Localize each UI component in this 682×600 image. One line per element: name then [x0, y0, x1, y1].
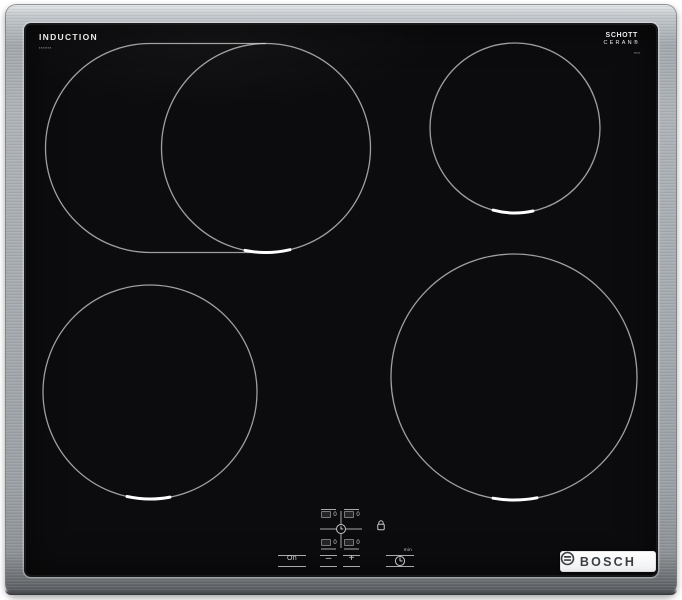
- zone-select-key-bottom-right[interactable]: 0: [342, 536, 362, 549]
- product-photo: INDUCTION ▪▪▪▪▪▪▪ SCHOTT CERAN® ▪▪▪▪▪ 0 …: [0, 0, 682, 600]
- timer-key[interactable]: [386, 552, 414, 565]
- zone-top-left-marker: [245, 250, 290, 253]
- minus-key[interactable]: –: [320, 550, 337, 566]
- plus-key[interactable]: +: [343, 550, 360, 566]
- zone-marker-arcs: [127, 210, 537, 500]
- induction-label: INDUCTION: [39, 32, 98, 42]
- zone-display-value: 0: [333, 512, 336, 518]
- zone-bottom-right-outline: [391, 254, 637, 500]
- zone-top-right-marker: [493, 210, 533, 213]
- bosch-logo-badge: BOSCH: [560, 551, 656, 572]
- zone-display-window: [321, 511, 331, 518]
- zone-display-value: 0: [333, 540, 336, 546]
- zone-select-key-top-left[interactable]: 0: [319, 508, 339, 521]
- model-small-print: ▪▪▪▪▪▪▪: [39, 45, 98, 50]
- zone-display-value: 0: [356, 512, 359, 518]
- induction-branding: INDUCTION ▪▪▪▪▪▪▪: [39, 32, 98, 50]
- zone-select-key-top-right[interactable]: 0: [342, 508, 362, 521]
- bosch-logo-text: BOSCH: [580, 555, 636, 569]
- cooktop-stainless-frame: INDUCTION ▪▪▪▪▪▪▪ SCHOTT CERAN® ▪▪▪▪▪ 0 …: [5, 4, 677, 595]
- timer-select-key[interactable]: [333, 521, 349, 537]
- zone-top-left-outline: [162, 44, 371, 253]
- schott-ceran-logo: SCHOTT CERAN® ▪▪▪▪▪: [603, 32, 640, 55]
- zone-bottom-right-marker: [493, 498, 537, 500]
- power-on-key[interactable]: On: [278, 552, 306, 565]
- timer-minutes-label: min: [386, 547, 412, 552]
- bosch-logo-icon: [560, 551, 575, 566]
- zone-display-window: [344, 539, 354, 546]
- zone-select-key-bottom-left[interactable]: 0: [319, 536, 339, 549]
- zone-display-value: 0: [356, 540, 359, 546]
- zone-bottom-left-outline: [43, 285, 257, 499]
- schott-logo-line1: SCHOTT: [603, 32, 640, 39]
- cooktop-graphics: [26, 25, 656, 575]
- schott-logo-line2: CERAN®: [603, 40, 640, 46]
- schott-small-print: ▪▪▪▪▪: [603, 51, 640, 55]
- zone-top-right-outline: [430, 43, 600, 213]
- zone-display-window: [321, 539, 331, 546]
- child-lock-key[interactable]: [373, 517, 388, 532]
- zone-front-left-extension-outline: [45, 44, 266, 253]
- zone-display-window: [344, 511, 354, 518]
- zone-bottom-left-marker: [127, 497, 170, 499]
- cooking-zone-rings: [43, 43, 637, 500]
- ceramic-glass-surface: INDUCTION ▪▪▪▪▪▪▪ SCHOTT CERAN® ▪▪▪▪▪ 0 …: [26, 25, 656, 575]
